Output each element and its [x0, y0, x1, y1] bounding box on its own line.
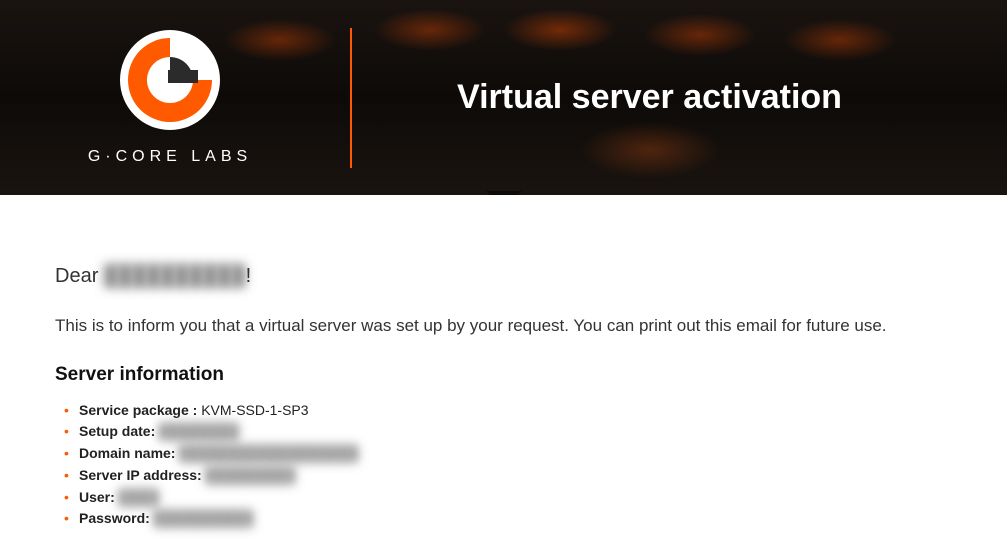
info-value: ████████ — [159, 421, 238, 443]
server-info-list: Service package : KVM-SSD-1-SP3 Setup da… — [55, 400, 952, 530]
greeting-prefix: Dear — [55, 265, 98, 287]
info-value: ██████████████████ — [179, 443, 358, 465]
info-label: Setup date: — [79, 423, 155, 439]
info-label: Domain name: — [79, 445, 175, 461]
info-value: KVM-SSD-1-SP3 — [201, 402, 308, 418]
list-item: Domain name: ██████████████████ — [79, 443, 952, 465]
page-title: Virtual server activation — [392, 78, 967, 117]
info-label: Password: — [79, 510, 150, 526]
email-header: G·CORE LABS Virtual server activation — [0, 0, 1007, 195]
brand-logo-area: G·CORE LABS — [40, 30, 300, 166]
header-divider — [350, 28, 352, 168]
list-item: Service package : KVM-SSD-1-SP3 — [79, 400, 952, 422]
list-item: User: ████ — [79, 487, 952, 509]
info-value: ██████████ — [154, 508, 253, 530]
list-item: Setup date: ████████ — [79, 421, 952, 443]
info-label: User: — [79, 489, 115, 505]
list-item: Server IP address: █████████ — [79, 465, 952, 487]
header-content: G·CORE LABS Virtual server activation — [0, 0, 1007, 195]
info-value: █████████ — [206, 465, 295, 487]
info-label: Server IP address: — [79, 467, 202, 483]
brand-name: G·CORE LABS — [88, 148, 252, 166]
greeting-suffix: ! — [246, 265, 252, 287]
email-body: Dear ██████████! This is to inform you t… — [0, 195, 1007, 550]
intro-text: This is to inform you that a virtual ser… — [55, 314, 952, 338]
gcore-logo-icon — [120, 30, 220, 130]
greeting-name: ██████████ — [104, 265, 246, 288]
server-info-heading: Server information — [55, 364, 952, 386]
list-item: Password: ██████████ — [79, 508, 952, 530]
greeting-line: Dear ██████████! — [55, 265, 952, 288]
header-arrow-icon — [486, 191, 522, 195]
info-value: ████ — [119, 487, 159, 509]
info-label: Service package : — [79, 402, 197, 418]
